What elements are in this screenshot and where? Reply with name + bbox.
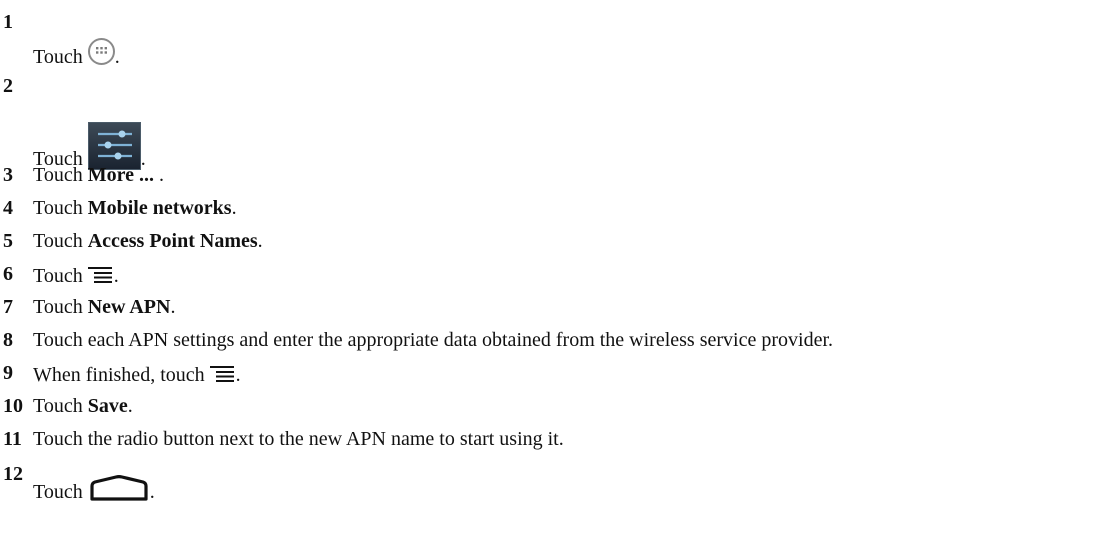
step-number: 11 (3, 428, 22, 450)
step-pre-text: Touch (33, 46, 83, 68)
step-pre-text: Touch (33, 296, 83, 318)
apps-icon (87, 38, 115, 65)
step-text: Touch . (33, 472, 155, 502)
step-pre-text: Touch (33, 230, 83, 252)
step-post-text: . (231, 197, 237, 219)
step-post-text: . (153, 164, 164, 186)
step-post-text: . (114, 46, 120, 68)
step-text: Touch the radio button next to the new A… (33, 428, 564, 450)
step-post-text: . (170, 296, 176, 318)
step-pre-text: Touch (33, 395, 83, 417)
step-number: 4 (3, 197, 13, 219)
step-pre-text: Touch (33, 197, 83, 219)
step-bold-text: Access Point Names (87, 230, 258, 252)
step-number: 10 (3, 395, 23, 417)
step-text: Touch . (33, 264, 119, 286)
step-text: Touch More ... . (33, 165, 164, 185)
step-text: Touch Access Point Names. (33, 231, 263, 251)
step-text: Touch New APN. (33, 297, 175, 317)
step-pre-text: Touch (33, 164, 83, 186)
step-post-text: . (127, 395, 133, 417)
step-number: 12 (3, 463, 23, 485)
step-text: Touch . (33, 36, 120, 67)
step-number: 8 (3, 329, 13, 351)
step-bold-text: More ... (87, 164, 154, 186)
step-number: 7 (3, 296, 13, 318)
step-number: 6 (3, 263, 13, 285)
step-text: When finished, touch . (33, 363, 241, 385)
step-number: 3 (3, 164, 13, 186)
step-pre-text: Touch (33, 481, 83, 503)
step-text: Touch . (33, 118, 146, 170)
step-post-text: . (149, 481, 155, 503)
step-number: 5 (3, 230, 13, 252)
step-number: 9 (3, 362, 13, 384)
step-post-text: . (235, 364, 241, 386)
step-number: 2 (3, 75, 13, 97)
step-bold-text: Mobile networks (87, 197, 232, 219)
step-text: Touch each APN settings and enter the ap… (33, 329, 833, 351)
step-text: Touch Save. (33, 396, 133, 416)
settings-icon (87, 122, 141, 170)
home-icon (88, 475, 150, 501)
step-pre-text: When finished, touch (33, 364, 205, 386)
step-post-text: . (113, 265, 119, 287)
step-text: Touch Mobile networks. (33, 198, 237, 218)
menu-icon (209, 365, 236, 383)
step-bold-text: Save (87, 395, 128, 417)
step-number: 1 (3, 11, 13, 33)
step-post-text: . (257, 230, 263, 252)
step-bold-text: New APN (87, 296, 171, 318)
menu-icon (87, 266, 114, 284)
step-pre-text: Touch (33, 265, 83, 287)
